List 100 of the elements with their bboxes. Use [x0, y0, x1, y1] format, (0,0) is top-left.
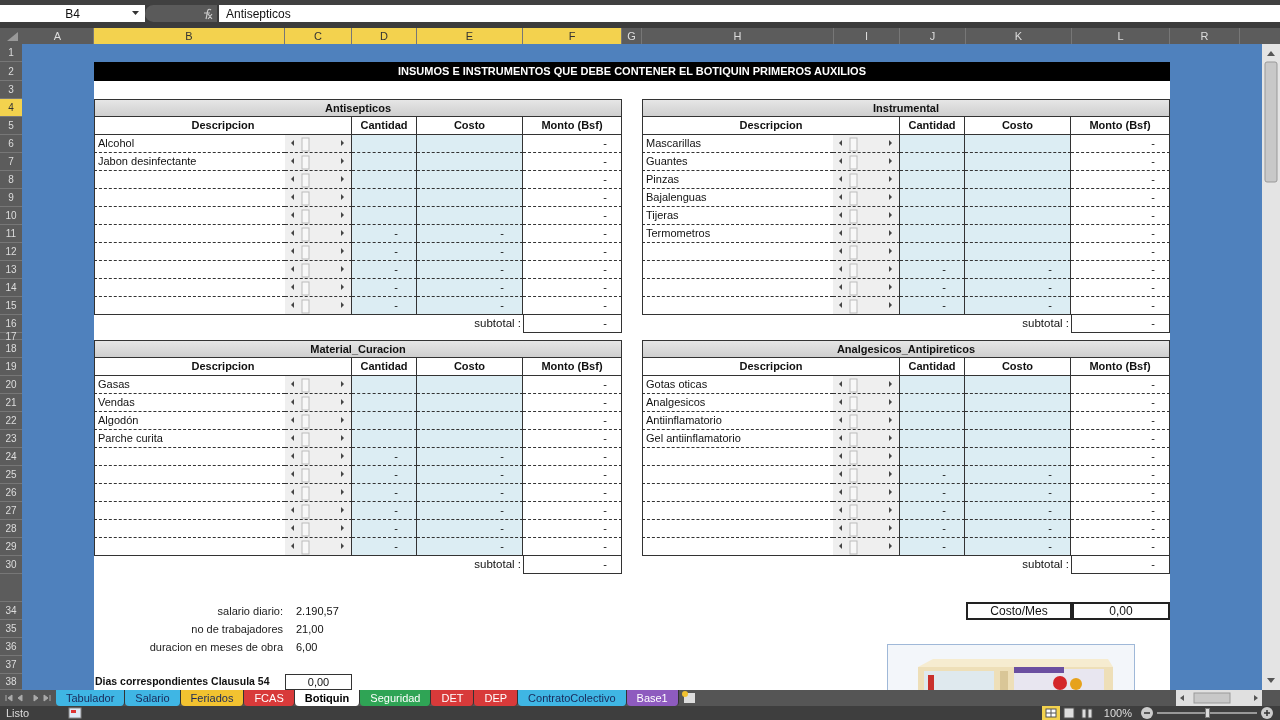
row-header[interactable]: 7: [0, 153, 22, 171]
table-cell: -: [523, 430, 622, 448]
table-cell: -: [352, 261, 417, 279]
table-cell: 0,00: [1072, 602, 1170, 620]
subtotal-label: subtotal :: [1021, 316, 1070, 332]
table-cell: -: [523, 279, 622, 297]
table-cell: -: [900, 520, 965, 538]
table-cell: -: [523, 448, 622, 466]
table-cell: -: [965, 261, 1071, 279]
table-cell: -: [1071, 153, 1170, 171]
table-cell: -: [523, 207, 622, 225]
table-cell: Pinzas: [642, 171, 833, 189]
table-cell: Gel antiinflamatorio: [642, 430, 833, 448]
row-header[interactable]: [0, 574, 22, 602]
table-cell: Vendas: [94, 394, 285, 412]
row-header[interactable]: 10: [0, 207, 22, 225]
table-cell: -: [900, 502, 965, 520]
column-header[interactable]: E: [417, 28, 523, 45]
table-cell: -: [523, 466, 622, 484]
table-cell: 0,00: [285, 674, 352, 690]
table-cell: -: [1071, 520, 1170, 538]
row-header[interactable]: 30: [0, 556, 22, 574]
table-cell: -: [1071, 315, 1170, 333]
table-cell: -: [900, 538, 965, 556]
row-header[interactable]: 1: [0, 44, 22, 62]
table-cell: -: [352, 502, 417, 520]
row-header[interactable]: 38: [0, 674, 22, 690]
column-heading: Costo: [417, 358, 523, 376]
table-cell: -: [523, 315, 622, 333]
dropdown-icon[interactable]: [132, 11, 139, 15]
sheet-tab[interactable]: ContratoColectivo: [518, 690, 627, 706]
column-header[interactable]: D: [352, 28, 417, 45]
sheet-tab[interactable]: DET: [431, 690, 475, 706]
column-heading: Descripcion: [94, 117, 352, 135]
zoom-slider[interactable]: [1157, 708, 1257, 718]
row-header[interactable]: 16: [0, 315, 22, 333]
column-header[interactable]: F: [523, 28, 622, 45]
sheet-tab[interactable]: Tabulador: [56, 690, 126, 706]
sheet-tab[interactable]: Salario: [125, 690, 181, 706]
row-header[interactable]: 4: [0, 99, 22, 117]
row-header[interactable]: 21: [0, 394, 22, 412]
row-header[interactable]: 35: [0, 620, 22, 638]
row-header[interactable]: 23: [0, 430, 22, 448]
row-header[interactable]: 34: [0, 602, 22, 620]
row-header[interactable]: 22: [0, 412, 22, 430]
row-header[interactable]: 11: [0, 225, 22, 243]
formula-field[interactable]: Antisepticos: [219, 5, 1280, 22]
column-heading: Descripcion: [94, 358, 352, 376]
sheet-tab[interactable]: Feriados: [180, 690, 245, 706]
table-cell: -: [1071, 171, 1170, 189]
row-header[interactable]: 25: [0, 466, 22, 484]
row-header[interactable]: 36: [0, 638, 22, 656]
row-header[interactable]: 5: [0, 117, 22, 135]
row-header[interactable]: 3: [0, 81, 22, 99]
summary-value: 6,00: [295, 639, 319, 655]
row-header[interactable]: 6: [0, 135, 22, 153]
zoom-out-button[interactable]: [1140, 706, 1154, 720]
column-header[interactable]: C: [285, 28, 352, 45]
row-header[interactable]: 19: [0, 358, 22, 376]
column-header[interactable]: B: [94, 28, 285, 45]
table-cell: -: [1071, 135, 1170, 153]
column-heading: Cantidad: [352, 117, 417, 135]
sheet-tab[interactable]: Seguridad: [360, 690, 432, 706]
column-heading: Cantidad: [900, 117, 965, 135]
row-header[interactable]: 26: [0, 484, 22, 502]
sheet-tab[interactable]: Botiquin: [294, 690, 361, 706]
table-cell: -: [1071, 556, 1170, 574]
table-cell: -: [1071, 412, 1170, 430]
table-cell: -: [523, 225, 622, 243]
sheet-tab[interactable]: DEP: [474, 690, 519, 706]
row-header[interactable]: 9: [0, 189, 22, 207]
row-header[interactable]: 29: [0, 538, 22, 556]
normal-view-button[interactable]: [1041, 706, 1060, 720]
sheet-tab[interactable]: FCAS: [244, 690, 295, 706]
name-box[interactable]: B4: [0, 5, 145, 22]
sheet-tab[interactable]: Base1: [626, 690, 679, 706]
row-header[interactable]: 13: [0, 261, 22, 279]
status-text: Listo: [5, 705, 31, 720]
zoom-in-button[interactable]: [1260, 706, 1274, 720]
slider-thumb[interactable]: [1204, 708, 1210, 718]
row-header[interactable]: 28: [0, 520, 22, 538]
table-cell: -: [900, 466, 965, 484]
table-cell: -: [1071, 484, 1170, 502]
table-cell: -: [965, 279, 1071, 297]
table-cell: -: [523, 412, 622, 430]
horizontal-scrollbar[interactable]: [1176, 690, 1262, 706]
row-header[interactable]: 15: [0, 297, 22, 315]
row-header[interactable]: 20: [0, 376, 22, 394]
row-header[interactable]: 12: [0, 243, 22, 261]
row-header[interactable]: 24: [0, 448, 22, 466]
row-header[interactable]: 2: [0, 62, 22, 81]
row-header[interactable]: 14: [0, 279, 22, 297]
table-cell: -: [965, 466, 1071, 484]
table-cell: Analgesicos: [642, 394, 833, 412]
macro-record-icon[interactable]: [68, 707, 82, 719]
row-header[interactable]: 18: [0, 340, 22, 358]
row-header[interactable]: 8: [0, 171, 22, 189]
row-header[interactable]: 37: [0, 656, 22, 674]
row-header[interactable]: 27: [0, 502, 22, 520]
table-cell: -: [1071, 448, 1170, 466]
